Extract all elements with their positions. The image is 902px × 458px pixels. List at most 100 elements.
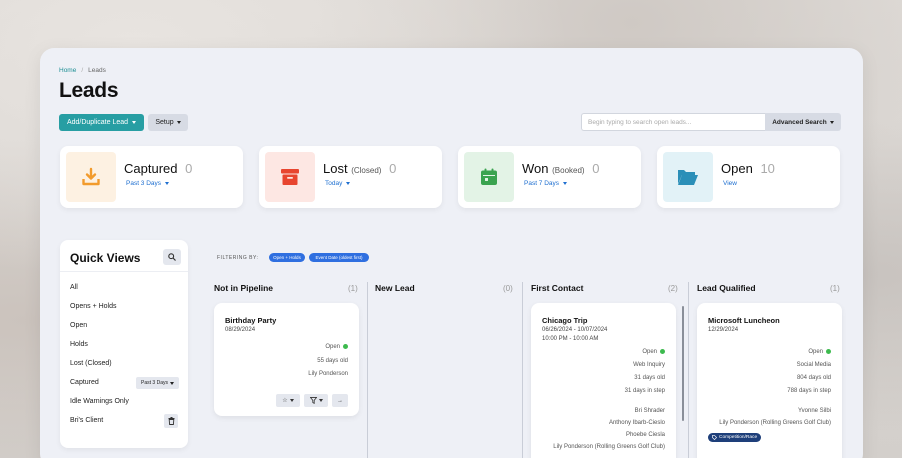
stat-period-label: Past 7 Days	[524, 180, 560, 187]
lead-status: Open	[808, 349, 831, 355]
delete-view-button[interactable]	[164, 414, 178, 428]
lead-card-time: 10:00 PM - 10:00 AM	[542, 336, 599, 342]
filter-chip[interactable]: Open + Holds	[269, 253, 305, 262]
setup-button[interactable]: Setup	[148, 114, 188, 131]
filter-chip[interactable]: Event Date (oldest first)	[309, 253, 369, 262]
stat-count: 0	[592, 161, 600, 176]
stat-subtitle: (Booked)	[552, 166, 585, 175]
lead-card-birthday-party[interactable]: Birthday Party 08/29/2024 Open 55 days o…	[214, 303, 359, 416]
lead-card-title: Birthday Party	[225, 316, 277, 325]
trash-icon	[168, 417, 174, 425]
stat-card-open[interactable]: Open 10 View	[657, 146, 840, 208]
breadcrumb-current: Leads	[88, 67, 106, 74]
chevron-down-icon	[176, 121, 181, 124]
captured-period-dropdown[interactable]: Past 3 Days	[136, 377, 179, 389]
lead-status-label: Open	[325, 344, 340, 351]
lead-age: 31 days old	[634, 375, 665, 381]
quick-views-search-button[interactable]	[163, 249, 181, 265]
quick-view-item-lost[interactable]: Lost (Closed)	[70, 360, 112, 367]
lead-status-label: Open	[808, 349, 823, 356]
search-input[interactable]	[581, 113, 765, 131]
column-count: (1)	[348, 284, 358, 293]
quick-view-item-all[interactable]: All	[70, 284, 78, 291]
lead-status-label: Open	[642, 349, 657, 356]
stat-subtitle: (Closed)	[351, 166, 382, 175]
stat-view-link[interactable]: View	[723, 180, 737, 187]
advanced-search-button[interactable]: Advanced Search	[765, 113, 841, 131]
quick-view-item-opens-holds[interactable]: Opens + Holds	[70, 303, 117, 310]
lead-card-chicago-trip[interactable]: Chicago Trip 06/26/2024 - 10/07/2024 10:…	[531, 303, 676, 458]
column-count: (0)	[503, 284, 513, 293]
chevron-down-icon	[289, 399, 294, 402]
lead-card-microsoft-luncheon[interactable]: Microsoft Luncheon 12/29/2024 Open Socia…	[697, 303, 842, 458]
column-count: (1)	[830, 284, 840, 293]
add-duplicate-lead-label: Add/Duplicate Lead	[66, 119, 129, 126]
stat-card-lost[interactable]: Lost (Closed) 0 Today	[259, 146, 442, 208]
add-duplicate-lead-button[interactable]: Add/Duplicate Lead	[59, 114, 144, 131]
download-tray-icon	[66, 152, 116, 202]
page-title: Leads	[59, 79, 119, 102]
arrow-right-icon: →	[337, 397, 343, 404]
stat-card-won[interactable]: Won (Booked) 0 Past 7 Days	[458, 146, 641, 208]
column-title-first-contact: First Contact	[531, 283, 584, 293]
quick-view-item-holds[interactable]: Holds	[70, 341, 88, 348]
filter-label: FILTERING BY:	[217, 255, 259, 261]
stat-period-dropdown[interactable]: Today	[325, 180, 351, 187]
funnel-icon	[309, 397, 317, 404]
stat-count: 0	[185, 161, 193, 176]
lead-card-date: 08/29/2024	[225, 327, 256, 333]
move-forward-button[interactable]: →	[332, 394, 348, 407]
quick-view-item-idle-warnings[interactable]: Idle Warnings Only	[70, 398, 129, 405]
lead-contact: Phoebe Ciesla	[625, 432, 665, 438]
lead-status: Open	[325, 344, 348, 350]
star-icon: ☆	[282, 398, 288, 404]
stat-title: Open	[721, 161, 753, 176]
lead-age: 804 days old	[796, 375, 831, 381]
lead-contact: Lily Ponderson (Rolling Greens Golf Club…	[553, 444, 665, 450]
archive-box-icon	[265, 152, 315, 202]
lead-contact: Bri Shrader	[634, 408, 665, 414]
column-title-not-in-pipeline: Not in Pipeline	[214, 283, 274, 293]
column-scrollbar[interactable]	[682, 306, 684, 421]
column-title-new-lead: New Lead	[375, 283, 415, 293]
lead-age: 55 days old	[317, 358, 348, 364]
stat-period-label: Past 3 Days	[126, 180, 162, 187]
lead-contact: Lily Ponderson (Rolling Greens Golf Club…	[719, 420, 831, 426]
star-menu-button[interactable]: ☆	[276, 394, 300, 407]
column-title-lead-qualified: Lead Qualified	[697, 283, 756, 293]
quick-view-item-open[interactable]: Open	[70, 322, 87, 329]
stat-period-dropdown[interactable]: Past 3 Days	[126, 180, 170, 187]
quick-view-item-bris-client[interactable]: Bri's Client	[70, 417, 103, 424]
lead-card-title: Microsoft Luncheon	[708, 316, 780, 325]
column-divider	[367, 282, 368, 458]
chevron-down-icon	[132, 121, 137, 124]
divider	[60, 271, 188, 272]
chevron-down-icon	[318, 399, 323, 402]
breadcrumb-separator: /	[81, 67, 84, 74]
column-count: (2)	[668, 284, 678, 293]
advanced-search-label: Advanced Search	[772, 118, 827, 126]
lead-tag[interactable]: Competition/Race	[708, 433, 762, 442]
stat-period-label: Today	[325, 180, 343, 187]
lead-card-date: 12/29/2024	[708, 327, 739, 333]
quick-views-panel: Quick Views All Opens + Holds Open Holds…	[60, 240, 188, 448]
lead-days-in-step: 788 days in step	[787, 388, 831, 394]
chevron-down-icon	[829, 120, 834, 124]
status-dot-icon	[826, 349, 831, 354]
lead-days-in-step: 31 days in step	[624, 388, 665, 394]
breadcrumb: Home / Leads	[59, 67, 106, 74]
search-icon	[168, 253, 176, 261]
lead-status: Open	[642, 349, 665, 355]
chevron-down-icon	[169, 381, 174, 385]
chevron-down-icon	[346, 182, 351, 185]
breadcrumb-home-link[interactable]: Home	[59, 67, 76, 74]
search-bar: Advanced Search	[581, 113, 841, 131]
chevron-down-icon	[165, 182, 170, 185]
stat-card-captured[interactable]: Captured 0 Past 3 Days	[60, 146, 243, 208]
stat-period-dropdown[interactable]: Past 7 Days	[524, 180, 568, 187]
column-divider	[688, 282, 689, 458]
quick-views-title: Quick Views	[70, 251, 141, 265]
filter-menu-button[interactable]	[304, 394, 328, 407]
stat-title: Won	[522, 161, 549, 176]
quick-view-item-captured[interactable]: Captured	[70, 379, 99, 386]
